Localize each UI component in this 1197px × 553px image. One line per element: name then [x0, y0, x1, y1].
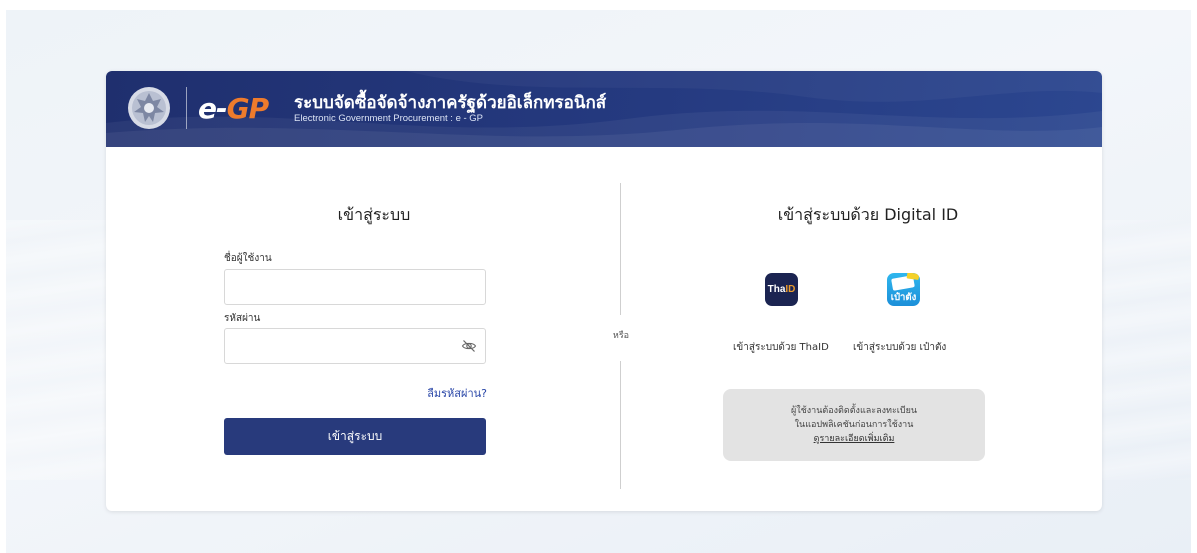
- vertical-divider-bottom: [620, 361, 621, 489]
- password-input[interactable]: [224, 328, 486, 364]
- login-card: e-GP ระบบจัดซื้อจัดจ้างภาครัฐด้วยอิเล็กท…: [106, 71, 1102, 511]
- logo-e-text: e-: [198, 92, 228, 125]
- login-submit-button[interactable]: เข้าสู่ระบบ: [224, 418, 486, 455]
- header-separator: [186, 87, 187, 129]
- eye-off-icon[interactable]: [461, 338, 477, 354]
- login-title: เข้าสู่ระบบ: [337, 205, 411, 224]
- info-line-2: ในแอปพลิเคชันก่อนการใช้งาน: [794, 420, 914, 430]
- header-title: ระบบจัดซื้อจัดจ้างภาครัฐด้วยอิเล็กทรอนิก…: [294, 93, 607, 113]
- page-background: e-GP ระบบจัดซื้อจัดจ้างภาครัฐด้วยอิเล็กท…: [6, 10, 1191, 553]
- paotang-icon-text: เป๋าตัง: [890, 292, 917, 303]
- or-separator-label: หรือ: [605, 328, 637, 342]
- username-input[interactable]: [224, 269, 486, 305]
- info-line-1: ผู้ใช้งานต้องติดตั้งและลงทะเบียน: [791, 406, 917, 416]
- garuda-emblem-icon: [128, 87, 170, 129]
- header-subtitle: Electronic Government Procurement : e - …: [294, 113, 484, 124]
- password-label: รหัสผ่าน: [224, 313, 261, 324]
- paotang-login-label[interactable]: เข้าสู่ระบบด้วย เป๋าตัง: [853, 340, 946, 355]
- username-label: ชื่อผู้ใช้งาน: [224, 253, 272, 264]
- thaid-login-label[interactable]: เข้าสู่ระบบด้วย ThaID: [733, 340, 829, 355]
- thaid-icon-text: ThaID: [767, 284, 796, 295]
- paotang-app-icon[interactable]: เป๋าตัง: [887, 273, 920, 306]
- vertical-divider-top: [620, 183, 621, 315]
- forgot-password-link[interactable]: ลืมรหัสผ่าน?: [427, 384, 487, 402]
- site-header: e-GP ระบบจัดซื้อจัดจ้างภาครัฐด้วยอิเล็กท…: [106, 71, 1102, 147]
- egp-logo: e-GP: [198, 91, 270, 127]
- wallet-card-shape: [891, 275, 915, 291]
- logo-gp-text: GP: [226, 92, 270, 125]
- digital-id-title: เข้าสู่ระบบด้วย Digital ID: [777, 205, 959, 224]
- digital-id-info-box: ผู้ใช้งานต้องติดตั้งและลงทะเบียน ในแอปพล…: [723, 389, 985, 461]
- thaid-app-icon[interactable]: ThaID: [765, 273, 798, 306]
- more-details-link[interactable]: ดูรายละเอียดเพิ่มเติม: [814, 434, 895, 444]
